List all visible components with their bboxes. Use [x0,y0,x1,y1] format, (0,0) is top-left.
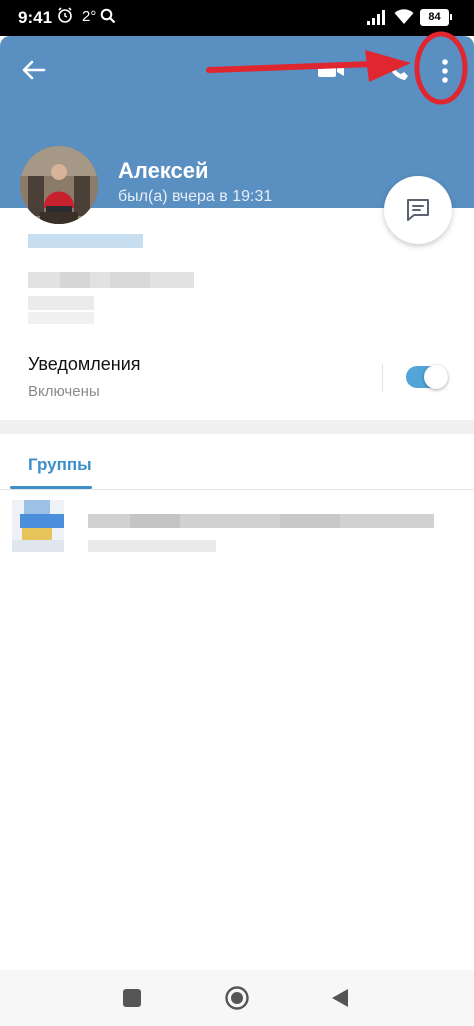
section-divider [0,420,474,434]
status-bar: 9:41 2° 84 [0,0,474,36]
send-message-button[interactable] [384,176,452,244]
tab-bar-divider [0,489,474,490]
annotation-arrow [206,50,411,82]
toggle-knob [424,365,448,389]
home-icon[interactable] [224,985,250,1011]
last-seen-status: был(а) вчера в 19:31 [118,188,273,205]
signal-icon [367,10,385,25]
notifications-toggle[interactable] [406,365,448,389]
wifi-icon [394,9,414,24]
recents-icon[interactable] [123,989,141,1007]
alarm-icon [58,7,72,23]
message-icon [407,199,429,221]
battery-indicator: 84 [420,9,452,26]
divider [382,364,383,392]
status-time: 9:41 [18,8,53,27]
status-temperature: 2° [82,8,97,25]
system-nav-bar [0,970,474,1026]
notifications-status: Включены [28,383,100,400]
nav-back-icon[interactable] [330,987,350,1009]
avatar-photo [20,146,98,224]
annotation-circle [414,31,468,105]
contact-name: Алексей [118,158,209,183]
tab-groups[interactable]: Группы [28,455,92,475]
back-arrow-icon[interactable] [20,56,48,84]
profile-avatar[interactable] [20,146,98,224]
notifications-title: Уведомления [28,354,141,374]
group-avatar [12,500,64,552]
search-icon [100,8,116,24]
